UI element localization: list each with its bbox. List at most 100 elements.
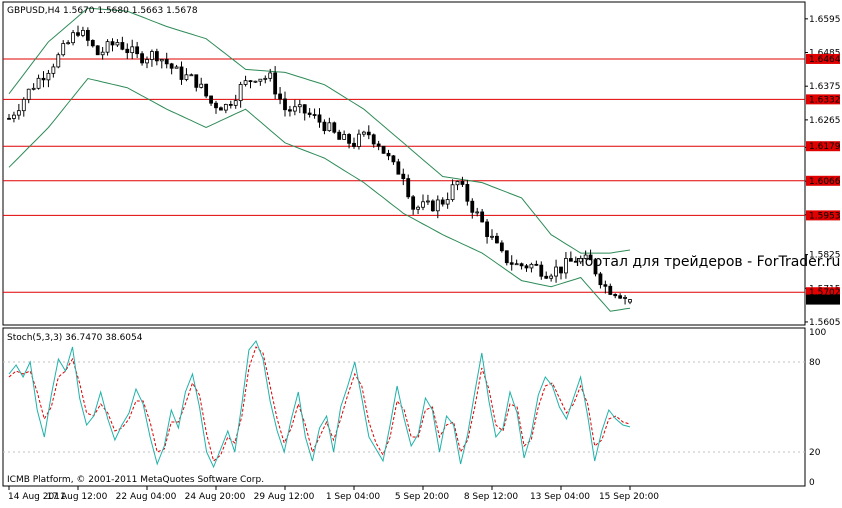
- candle-body[interactable]: [243, 80, 248, 85]
- candle-body[interactable]: [401, 173, 406, 179]
- candle-body[interactable]: [36, 77, 41, 89]
- candle-body[interactable]: [623, 297, 627, 299]
- candle-body[interactable]: [347, 134, 351, 144]
- candle-body[interactable]: [460, 181, 465, 185]
- candle-body[interactable]: [371, 134, 376, 145]
- candle-body[interactable]: [283, 98, 287, 111]
- candle-body[interactable]: [529, 263, 534, 269]
- candle-body[interactable]: [332, 122, 337, 133]
- candle-body[interactable]: [125, 48, 130, 54]
- candle-body[interactable]: [598, 273, 603, 286]
- candle-body[interactable]: [297, 104, 302, 108]
- candle-body[interactable]: [90, 39, 95, 47]
- candle-body[interactable]: [578, 257, 583, 263]
- candle-body[interactable]: [31, 87, 36, 90]
- candle-body[interactable]: [169, 63, 174, 69]
- candle-body[interactable]: [154, 51, 159, 62]
- candle-body[interactable]: [16, 110, 21, 116]
- candle-body[interactable]: [539, 264, 544, 277]
- candle-body[interactable]: [302, 104, 307, 114]
- candle-body[interactable]: [26, 88, 31, 100]
- candle-body[interactable]: [263, 77, 268, 80]
- candle-body[interactable]: [238, 84, 243, 102]
- candle-body[interactable]: [549, 275, 554, 279]
- candle-body[interactable]: [440, 199, 445, 205]
- candle-body[interactable]: [519, 263, 524, 267]
- candle-body[interactable]: [110, 41, 115, 46]
- candle-body[interactable]: [426, 200, 430, 203]
- stochastic-panel[interactable]: [2, 327, 806, 487]
- candle-body[interactable]: [524, 265, 529, 269]
- candle-body[interactable]: [564, 258, 568, 274]
- candle-body[interactable]: [465, 184, 470, 202]
- candle-body[interactable]: [475, 211, 480, 214]
- candle-body[interactable]: [396, 161, 401, 175]
- candle-body[interactable]: [568, 258, 573, 262]
- candle-body[interactable]: [194, 74, 199, 88]
- candle-body[interactable]: [145, 59, 149, 64]
- candle-body[interactable]: [406, 178, 411, 198]
- candle-body[interactable]: [76, 32, 80, 36]
- candle-body[interactable]: [618, 295, 623, 299]
- candle-body[interactable]: [583, 254, 588, 259]
- candle-body[interactable]: [120, 42, 125, 50]
- candle-body[interactable]: [485, 221, 489, 237]
- candle-body[interactable]: [361, 131, 366, 135]
- candle-body[interactable]: [455, 181, 460, 186]
- candle-body[interactable]: [268, 72, 273, 79]
- candle-body[interactable]: [337, 131, 342, 140]
- candle-body[interactable]: [386, 152, 391, 157]
- candle-body[interactable]: [95, 45, 100, 56]
- candle-body[interactable]: [204, 83, 209, 97]
- candle-body[interactable]: [588, 254, 593, 261]
- candle-body[interactable]: [130, 46, 135, 54]
- candle-body[interactable]: [189, 74, 194, 77]
- candle-body[interactable]: [273, 72, 278, 95]
- candle-body[interactable]: [159, 59, 164, 62]
- candle-body[interactable]: [41, 77, 46, 81]
- candle-body[interactable]: [376, 143, 381, 147]
- candle-body[interactable]: [450, 184, 455, 200]
- candle-body[interactable]: [509, 262, 514, 265]
- candle-body[interactable]: [164, 59, 169, 65]
- candle-body[interactable]: [322, 121, 327, 132]
- candle-body[interactable]: [499, 242, 504, 252]
- candle-body[interactable]: [288, 109, 292, 112]
- candle-body[interactable]: [71, 32, 75, 44]
- candle-body[interactable]: [593, 259, 598, 275]
- candle-body[interactable]: [46, 72, 51, 81]
- candle-body[interactable]: [66, 42, 71, 45]
- candle-body[interactable]: [470, 200, 475, 213]
- candle-body[interactable]: [61, 43, 66, 56]
- candle-body[interactable]: [608, 285, 613, 295]
- candle-body[interactable]: [514, 263, 519, 266]
- candle-body[interactable]: [135, 46, 140, 55]
- candle-body[interactable]: [150, 51, 154, 60]
- candle-body[interactable]: [100, 51, 105, 56]
- candle-body[interactable]: [209, 95, 213, 104]
- candle-body[interactable]: [253, 80, 258, 83]
- candle-body[interactable]: [613, 294, 618, 297]
- candle-body[interactable]: [248, 80, 253, 83]
- candle-body[interactable]: [51, 66, 56, 74]
- candle-body[interactable]: [233, 100, 238, 106]
- candle-body[interactable]: [258, 78, 263, 82]
- chart-svg[interactable]: портал для трейдеров - ForTrader.ru 1.659…: [0, 0, 842, 504]
- candle-body[interactable]: [628, 299, 632, 303]
- candle-body[interactable]: [352, 142, 356, 147]
- candle-body[interactable]: [534, 263, 539, 266]
- candle-body[interactable]: [214, 102, 218, 109]
- candle-body[interactable]: [366, 131, 371, 136]
- candle-body[interactable]: [573, 260, 578, 263]
- candle-body[interactable]: [7, 117, 11, 120]
- candle-body[interactable]: [480, 211, 485, 223]
- candle-body[interactable]: [179, 66, 184, 80]
- candle-body[interactable]: [411, 196, 416, 210]
- candle-body[interactable]: [445, 199, 450, 205]
- candle-body[interactable]: [554, 266, 558, 277]
- candle-body[interactable]: [357, 133, 361, 147]
- candle-body[interactable]: [228, 103, 233, 106]
- candle-body[interactable]: [312, 114, 317, 116]
- candle-body[interactable]: [219, 107, 223, 111]
- candle-body[interactable]: [115, 42, 120, 46]
